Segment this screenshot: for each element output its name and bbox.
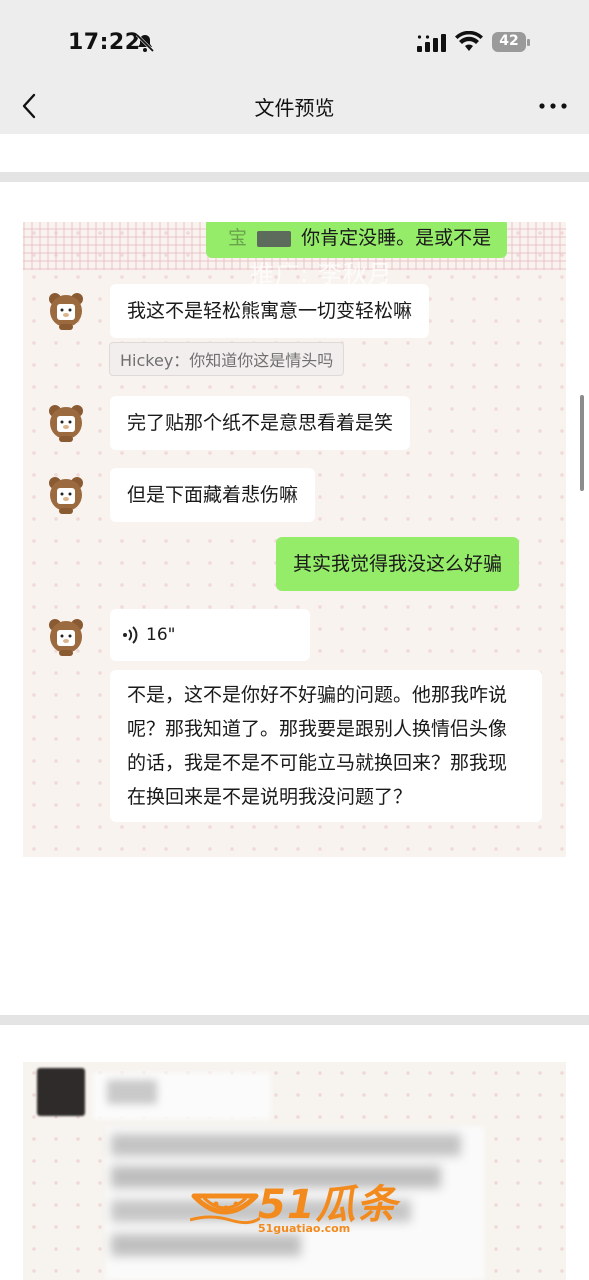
message-prefix: 宝 xyxy=(228,227,248,249)
melon-slice-icon xyxy=(190,1193,260,1225)
blurred-content xyxy=(107,1080,157,1104)
battery-indicator: 42 xyxy=(492,32,530,52)
bear-avatar-icon xyxy=(49,405,83,442)
chat-bubble-incoming: 但是下面藏着悲伤嘛 xyxy=(110,468,316,522)
blurred-content xyxy=(111,1134,461,1156)
voice-message-bubble[interactable]: 16" xyxy=(110,609,310,661)
message-text: 不是，这不是你好不好骗的问题。他那我咋说呢？那我知道了。那我要是跟别人换情侣头像… xyxy=(127,684,508,808)
logo-url: 51guatiao.com xyxy=(258,1222,351,1235)
voice-wave-icon xyxy=(123,626,138,644)
message-text: 我这不是轻松熊寓意一切变轻松嘛 xyxy=(127,300,413,322)
bell-slash-icon xyxy=(135,33,155,53)
message-text: 其实我觉得我没这么好骗 xyxy=(293,553,503,575)
section-divider xyxy=(0,1015,589,1025)
wifi-icon xyxy=(455,31,483,51)
blurred-avatar xyxy=(37,1068,85,1116)
redacted-mark xyxy=(257,230,292,247)
section-divider xyxy=(0,172,589,182)
status-time: 17:22 xyxy=(68,30,141,55)
message-text: 你肯定没睡。是或不是 xyxy=(301,227,492,249)
message-text: 但是下面藏着悲伤嘛 xyxy=(127,484,299,506)
quoted-reply: Hickey：你知道你这是情头吗 xyxy=(109,342,345,376)
message-text: 完了贴那个纸不是意思看着是笑 xyxy=(127,412,394,434)
chat-bubble-incoming: 我这不是轻松熊寓意一切变轻松嘛 xyxy=(110,284,430,338)
page-top-card xyxy=(0,134,589,172)
bear-avatar-icon xyxy=(49,293,83,330)
signal-icon xyxy=(417,34,446,52)
bear-avatar-icon xyxy=(49,477,83,514)
chat-screenshot[interactable]: 宝 你肯定没睡。是或不是 推广: 李秋月 我这不是轻松熊寓意一切变轻松嘛 Hic… xyxy=(23,222,566,857)
chat-bubble-outgoing: 其实我觉得我没这么好骗 xyxy=(276,537,520,591)
scroll-indicator[interactable] xyxy=(580,395,584,491)
more-options-icon[interactable] xyxy=(538,102,568,110)
chat-bubble-outgoing: 宝 你肯定没睡。是或不是 xyxy=(206,222,508,258)
chat-bubble-incoming: 完了贴那个纸不是意思看着是笑 xyxy=(110,396,411,450)
voice-duration: 16" xyxy=(146,625,176,645)
site-logo: 51瓜条 51guatiao.com xyxy=(190,1172,400,1242)
nav-bar: 文件预览 xyxy=(0,78,589,134)
battery-level: 42 xyxy=(499,33,519,49)
status-bar: 17:22 42 xyxy=(0,0,589,78)
page-title: 文件预览 xyxy=(254,96,335,120)
bear-avatar-icon xyxy=(49,619,83,656)
chat-bubble-incoming: 不是，这不是你好不好骗的问题。他那我咋说呢？那我知道了。那我要是跟别人换情侣头像… xyxy=(110,670,542,822)
chat-screenshot[interactable] xyxy=(23,1062,566,1280)
